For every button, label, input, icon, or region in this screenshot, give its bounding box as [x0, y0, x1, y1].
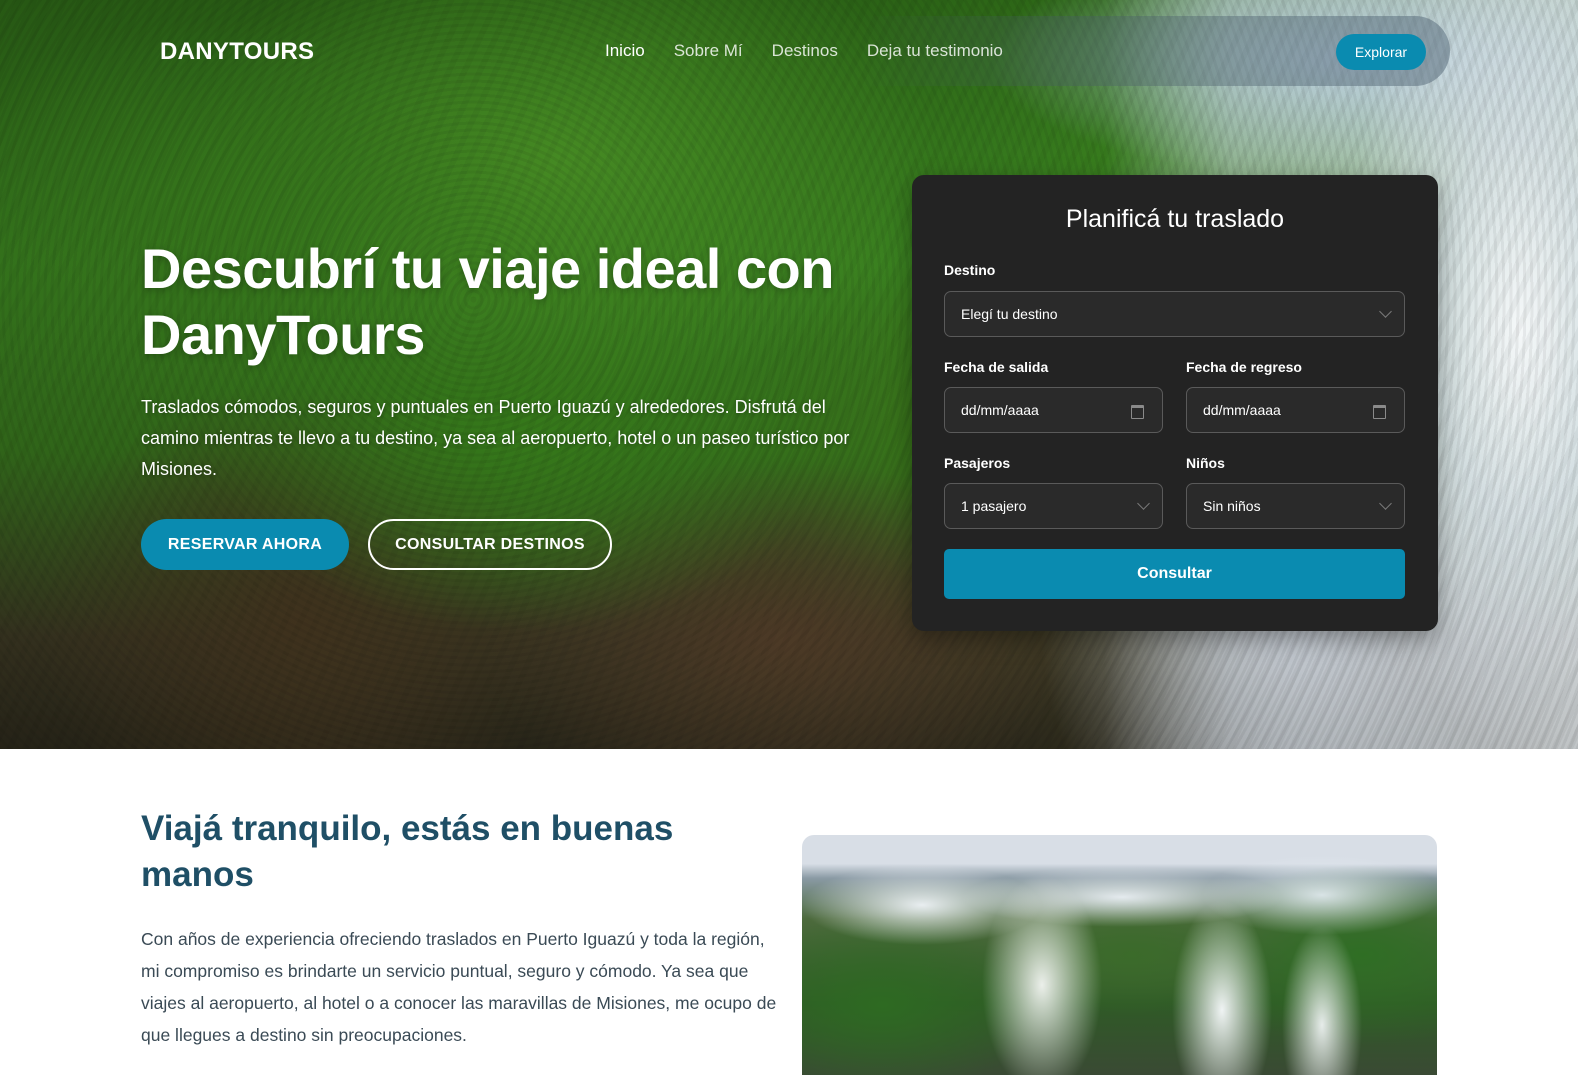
departure-date-label: Fecha de salida — [944, 359, 1049, 375]
consult-button[interactable]: Consultar — [944, 549, 1405, 599]
about-section-title: Viajá tranquilo, estás en buenas manos — [141, 809, 674, 894]
brand-logo[interactable]: DANYTOURS — [160, 38, 314, 66]
about-section-text: Con años de experiencia ofreciendo trasl… — [141, 929, 777, 1045]
calendar-icon[interactable] — [1373, 405, 1386, 419]
hero-title: Descubrí tu viaje ideal con DanyTours — [141, 237, 834, 366]
departure-date-input[interactable]: dd/mm/aaaa — [944, 387, 1163, 433]
calendar-icon[interactable] — [1131, 405, 1144, 419]
children-select-value: Sin niños — [1203, 498, 1261, 514]
chevron-down-icon — [1137, 497, 1150, 510]
form-title: Planificá tu traslado — [1065, 205, 1285, 233]
transfer-form-card: Planificá tu traslado Destino Elegí tu d… — [912, 175, 1438, 631]
consult-destinations-button[interactable]: CONSULTAR DESTINOS — [368, 519, 612, 570]
children-select[interactable]: Sin niños — [1186, 483, 1405, 529]
explore-button[interactable]: Explorar — [1336, 34, 1426, 70]
destination-select[interactable]: Elegí tu destino — [944, 291, 1405, 337]
return-date-value: dd/mm/aaaa — [1203, 402, 1281, 418]
nav-links: Inicio Sobre Mí Destinos Deja tu testimo… — [605, 41, 1032, 61]
nav-link-sobre-mi[interactable]: Sobre Mí — [674, 41, 743, 61]
reserve-now-button[interactable]: RESERVAR AHORA — [141, 519, 349, 570]
nav-link-inicio[interactable]: Inicio — [605, 41, 645, 61]
passengers-label: Pasajeros — [944, 455, 1011, 471]
passengers-select[interactable]: 1 pasajero — [944, 483, 1163, 529]
waterfalls-image — [802, 835, 1437, 1075]
return-date-label: Fecha de regreso — [1186, 359, 1302, 375]
passengers-select-value: 1 pasajero — [961, 498, 1027, 514]
return-date-input[interactable]: dd/mm/aaaa — [1186, 387, 1405, 433]
children-label: Niños — [1186, 455, 1225, 471]
departure-date-value: dd/mm/aaaa — [961, 402, 1039, 418]
nav-link-destinos[interactable]: Destinos — [772, 41, 838, 61]
chevron-down-icon — [1379, 497, 1392, 510]
nav-link-testimonio[interactable]: Deja tu testimonio — [867, 41, 1003, 61]
chevron-down-icon — [1379, 305, 1392, 318]
destination-label: Destino — [944, 262, 996, 278]
destination-select-value: Elegí tu destino — [961, 306, 1058, 322]
hero-description: Traslados cómodos, seguros y puntuales e… — [141, 397, 850, 479]
